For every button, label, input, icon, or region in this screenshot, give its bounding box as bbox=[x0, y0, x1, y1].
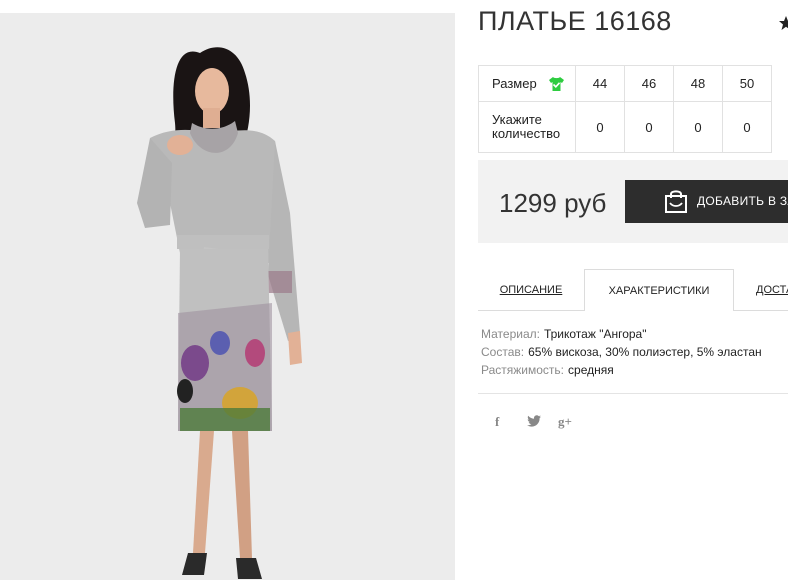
product-tabs: ОПИСАНИЕ ХАРАКТЕРИСТИКИ ДОСТАВКА bbox=[478, 269, 788, 311]
tab-characteristics[interactable]: ХАРАКТЕРИСТИКИ bbox=[584, 269, 734, 311]
product-title: ПЛАТЬЕ 16168 bbox=[478, 6, 672, 36]
size-quantity-table: Размер 44 46 48 50 Укажите количество 0 … bbox=[478, 65, 772, 153]
tab-description[interactable]: ОПИСАНИЕ bbox=[478, 269, 584, 310]
facebook-icon[interactable]: f bbox=[495, 414, 499, 430]
add-to-cart-label: ДОБАВИТЬ В ЗАКАЗ bbox=[697, 194, 788, 208]
size-48: 48 bbox=[673, 65, 723, 102]
spec-row-material: Материал: Трикотаж "Ангора" bbox=[481, 325, 762, 343]
price-box: 1299 руб ДОБАВИТЬ В ЗАКАЗ bbox=[478, 160, 788, 243]
specs-list: Материал: Трикотаж "Ангора" Состав: 65% ви… bbox=[481, 325, 762, 379]
spec-row-stretch: Растяжимость: средняя bbox=[481, 361, 762, 379]
spec-key: Растяжимость: bbox=[481, 363, 565, 377]
spec-row-composition: Состав: 65% вискоза, 30% полиэстер, 5% эл… bbox=[481, 343, 762, 361]
shopping-bag-icon bbox=[665, 190, 687, 213]
add-to-cart-button[interactable]: ДОБАВИТЬ В ЗАКАЗ bbox=[625, 180, 788, 223]
tab-delivery[interactable]: ДОСТАВКА bbox=[756, 269, 788, 310]
quantity-input-50[interactable]: 0 bbox=[722, 101, 772, 153]
product-photo[interactable] bbox=[0, 13, 455, 580]
dress-model-image bbox=[0, 13, 455, 580]
googleplus-icon[interactable]: g+ bbox=[558, 414, 572, 430]
star-icon[interactable] bbox=[778, 15, 788, 31]
price: 1299 руб bbox=[499, 188, 607, 218]
size-46: 46 bbox=[624, 65, 674, 102]
quantity-row: Укажите количество 0 0 0 0 bbox=[478, 101, 772, 153]
size-row: Размер 44 46 48 50 bbox=[478, 65, 772, 102]
spec-key: Состав: bbox=[481, 345, 525, 359]
section-divider bbox=[478, 393, 788, 394]
spec-key: Материал: bbox=[481, 327, 540, 341]
size-label-cell: Размер bbox=[478, 65, 576, 102]
size-label: Размер bbox=[492, 75, 537, 91]
spec-value: средняя bbox=[568, 363, 614, 377]
size-50: 50 bbox=[722, 65, 772, 102]
spec-value: 65% вискоза, 30% полиэстер, 5% эластан bbox=[528, 345, 762, 359]
quantity-input-48[interactable]: 0 bbox=[673, 101, 723, 153]
quantity-input-44[interactable]: 0 bbox=[575, 101, 625, 153]
size-44: 44 bbox=[575, 65, 625, 102]
quantity-input-46[interactable]: 0 bbox=[624, 101, 674, 153]
quantity-label: Укажите количество bbox=[478, 101, 576, 153]
tshirt-check-icon[interactable] bbox=[548, 76, 565, 92]
twitter-icon[interactable] bbox=[527, 415, 541, 427]
spec-value: Трикотаж "Ангора" bbox=[543, 327, 647, 341]
